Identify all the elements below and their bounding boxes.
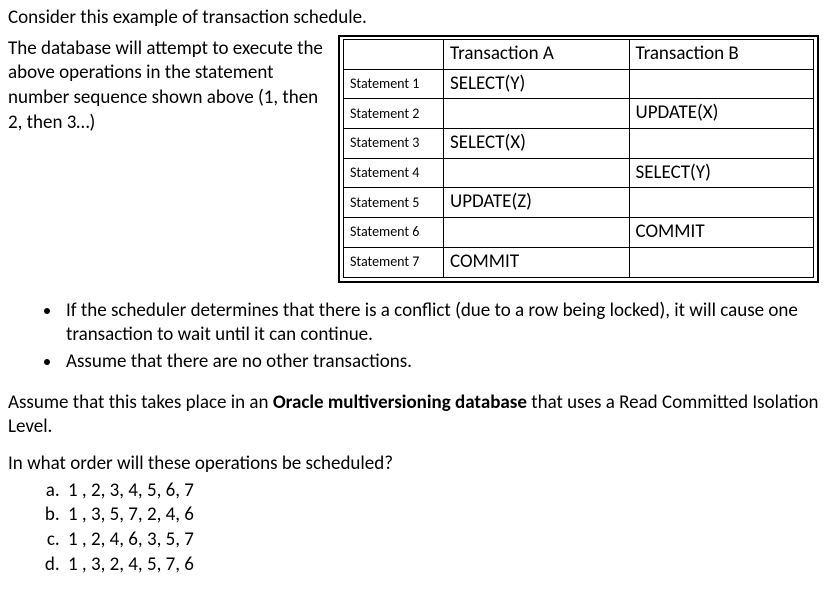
cell-a xyxy=(444,99,630,129)
cell-b xyxy=(629,129,813,159)
cell-b xyxy=(629,247,813,277)
content-row: The database will attempt to execute the… xyxy=(8,35,819,283)
question-text: In what order will these operations be s… xyxy=(8,452,819,477)
cell-stmt: Statement 1 xyxy=(344,69,444,99)
table-row: Statement 4 SELECT(Y) xyxy=(344,158,814,188)
table-row: Statement 2 UPDATE(X) xyxy=(344,99,814,129)
table-row: Statement 3 SELECT(X) xyxy=(344,129,814,159)
schedule-table-frame: Transaction A Transaction B Statement 1 … xyxy=(338,35,819,283)
option-b: 1 , 3, 5, 7, 2, 4, 6 xyxy=(64,503,819,528)
cell-b: COMMIT xyxy=(629,218,813,248)
cell-stmt: Statement 6 xyxy=(344,218,444,248)
cell-a: SELECT(X) xyxy=(444,129,630,159)
cell-a: UPDATE(Z) xyxy=(444,188,630,218)
cell-b: SELECT(Y) xyxy=(629,158,813,188)
table-row: Statement 5 UPDATE(Z) xyxy=(344,188,814,218)
cell-stmt: Statement 5 xyxy=(344,188,444,218)
option-c: 1 , 2, 4, 6, 3, 5, 7 xyxy=(64,528,819,553)
option-d: 1 , 3, 2, 4, 5, 7, 6 xyxy=(64,553,819,578)
notes-list: If the scheduler determines that there i… xyxy=(62,299,819,375)
assume-pre: Assume that this takes place in an xyxy=(8,391,273,414)
cell-a xyxy=(444,218,630,248)
header-transaction-a: Transaction A xyxy=(444,39,630,69)
intro-text: Consider this example of transaction sch… xyxy=(8,6,819,31)
assume-bold: Oracle multiversioning database xyxy=(273,391,527,414)
table-row: Statement 1 SELECT(Y) xyxy=(344,69,814,99)
table-header-row: Transaction A Transaction B xyxy=(344,39,814,69)
cell-b xyxy=(629,69,813,99)
cell-b: UPDATE(X) xyxy=(629,99,813,129)
table-row: Statement 6 COMMIT xyxy=(344,218,814,248)
cell-a xyxy=(444,158,630,188)
option-a: 1 , 2, 3, 4, 5, 6, 7 xyxy=(64,479,819,504)
header-stmt xyxy=(344,39,444,69)
assumption-text: Assume that this takes place in an Oracl… xyxy=(8,391,819,440)
list-item: If the scheduler determines that there i… xyxy=(62,299,819,348)
schedule-table: Transaction A Transaction B Statement 1 … xyxy=(343,39,814,278)
cell-stmt: Statement 4 xyxy=(344,158,444,188)
cell-b xyxy=(629,188,813,218)
left-paragraph: The database will attempt to execute the… xyxy=(8,35,328,136)
answer-options: 1 , 2, 3, 4, 5, 6, 7 1 , 3, 5, 7, 2, 4, … xyxy=(64,479,819,578)
list-item: Assume that there are no other transacti… xyxy=(62,350,819,375)
cell-stmt: Statement 7 xyxy=(344,247,444,277)
cell-stmt: Statement 3 xyxy=(344,129,444,159)
cell-stmt: Statement 2 xyxy=(344,99,444,129)
header-transaction-b: Transaction B xyxy=(629,39,813,69)
cell-a: COMMIT xyxy=(444,247,630,277)
cell-a: SELECT(Y) xyxy=(444,69,630,99)
table-row: Statement 7 COMMIT xyxy=(344,247,814,277)
